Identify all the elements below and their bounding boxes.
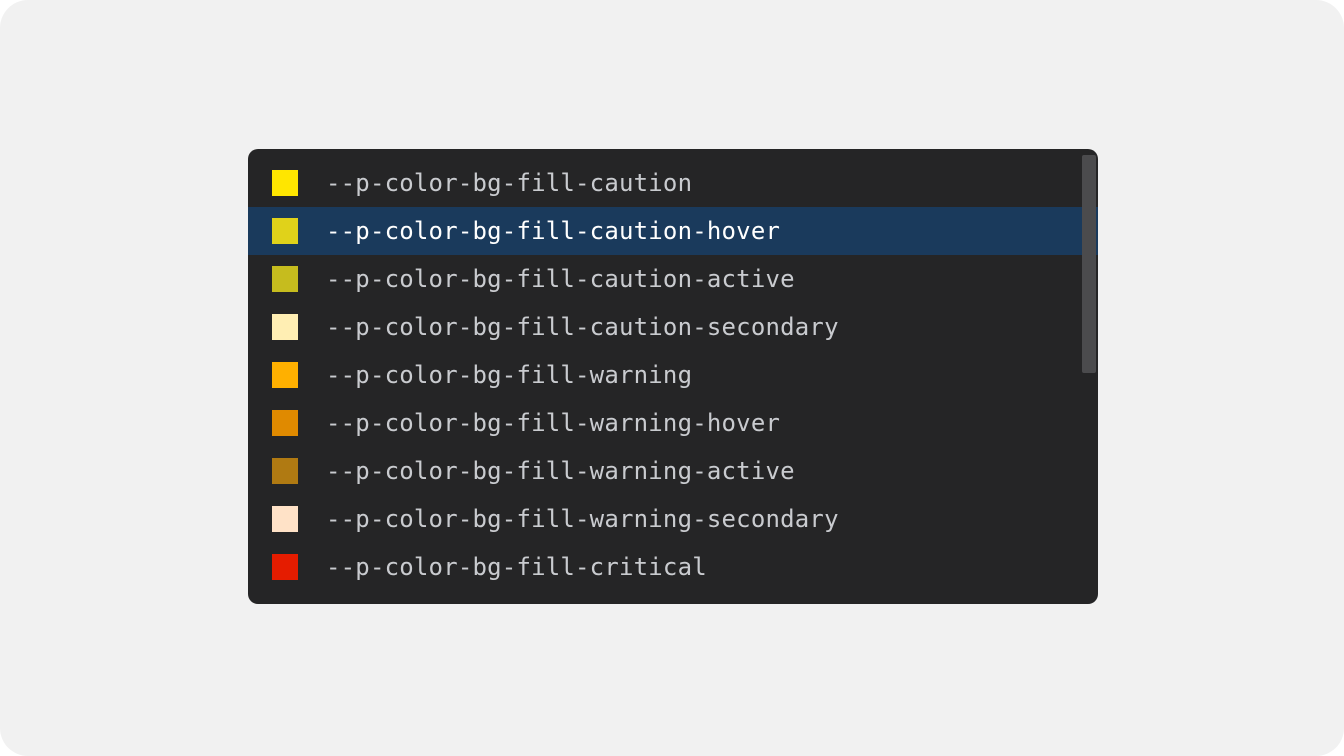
suggestion-item[interactable]: --p-color-bg-fill-warning	[248, 351, 1098, 399]
color-swatch	[272, 170, 298, 196]
color-swatch	[272, 362, 298, 388]
token-label: --p-color-bg-fill-caution-active	[326, 265, 795, 293]
token-label: --p-color-bg-fill-critical	[326, 553, 707, 581]
token-label: --p-color-bg-fill-warning-active	[326, 457, 795, 485]
page-canvas: --p-color-bg-fill-caution --p-color-bg-f…	[0, 0, 1344, 756]
color-swatch	[272, 314, 298, 340]
color-swatch	[272, 218, 298, 244]
suggestion-list: --p-color-bg-fill-caution --p-color-bg-f…	[248, 149, 1098, 591]
suggestion-item[interactable]: --p-color-bg-fill-critical	[248, 543, 1098, 591]
scrollbar[interactable]	[1080, 149, 1098, 604]
color-swatch	[272, 266, 298, 292]
suggestion-item[interactable]: --p-color-bg-fill-warning-hover	[248, 399, 1098, 447]
scrollbar-thumb[interactable]	[1082, 155, 1096, 373]
color-swatch	[272, 554, 298, 580]
suggestion-item[interactable]: --p-color-bg-fill-caution-hover	[248, 207, 1098, 255]
token-label: --p-color-bg-fill-caution-hover	[326, 217, 780, 245]
token-label: --p-color-bg-fill-warning-secondary	[326, 505, 839, 533]
suggestion-item[interactable]: --p-color-bg-fill-warning-secondary	[248, 495, 1098, 543]
token-label: --p-color-bg-fill-caution-secondary	[326, 313, 839, 341]
suggestion-item[interactable]: --p-color-bg-fill-caution-secondary	[248, 303, 1098, 351]
suggestion-item[interactable]: --p-color-bg-fill-caution-active	[248, 255, 1098, 303]
autocomplete-popup: --p-color-bg-fill-caution --p-color-bg-f…	[248, 149, 1098, 604]
color-swatch	[272, 410, 298, 436]
token-label: --p-color-bg-fill-warning	[326, 361, 692, 389]
token-label: --p-color-bg-fill-warning-hover	[326, 409, 780, 437]
color-swatch	[272, 506, 298, 532]
token-label: --p-color-bg-fill-caution	[326, 169, 692, 197]
suggestion-item[interactable]: --p-color-bg-fill-warning-active	[248, 447, 1098, 495]
suggestion-item[interactable]: --p-color-bg-fill-caution	[248, 159, 1098, 207]
color-swatch	[272, 458, 298, 484]
